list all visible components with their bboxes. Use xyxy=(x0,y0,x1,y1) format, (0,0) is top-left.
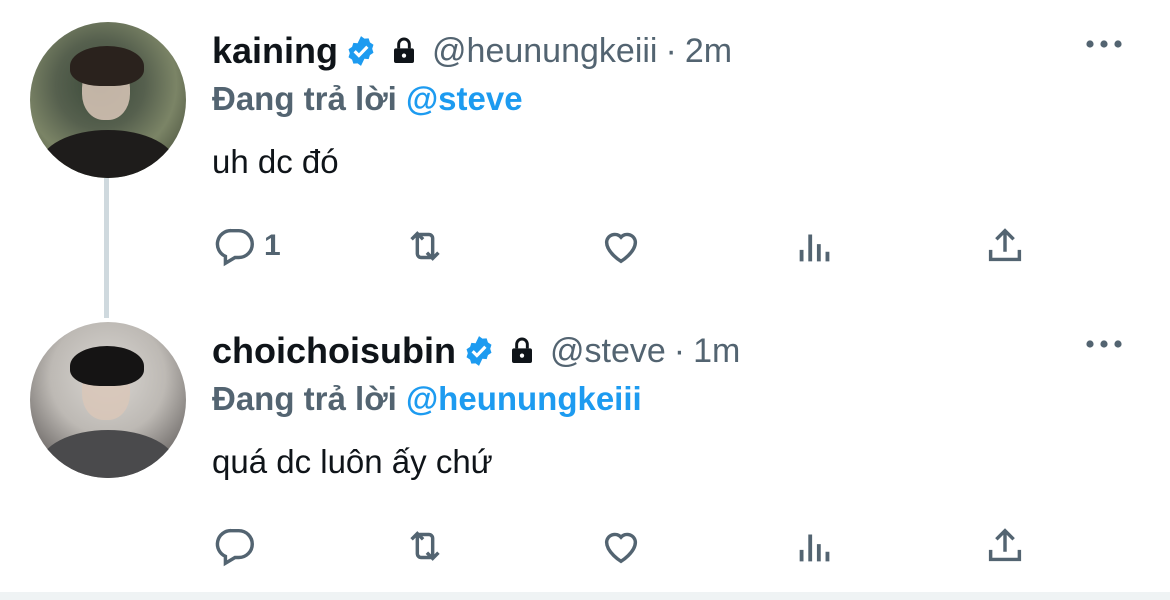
verified-badge-icon xyxy=(348,36,374,66)
action-bar: 1 xyxy=(212,222,1112,272)
replying-handle[interactable]: @steve xyxy=(406,80,523,117)
display-name[interactable]: choichoisubin xyxy=(212,330,456,372)
more-icon[interactable] xyxy=(1084,334,1124,354)
reply-count: 1 xyxy=(264,229,281,262)
verified-badge-icon xyxy=(466,336,492,366)
retweet-button[interactable] xyxy=(402,522,448,570)
lock-icon xyxy=(512,337,533,363)
separator: · xyxy=(673,331,686,370)
avatar[interactable] xyxy=(30,322,186,478)
like-icon xyxy=(604,532,638,564)
tweet-text: uh dc đó xyxy=(212,143,339,180)
handle[interactable]: @heunungkeiii xyxy=(432,32,657,71)
share-icon xyxy=(988,528,1022,562)
replying-prefix: Đang trả lời xyxy=(212,80,397,117)
handle[interactable]: @steve xyxy=(550,332,666,371)
replying-to: Đang trả lời @heunungkeiii xyxy=(212,380,642,418)
views-icon xyxy=(799,234,830,262)
reply-button[interactable]: 1 xyxy=(212,222,281,270)
timestamp[interactable]: 2m xyxy=(685,32,732,71)
like-button[interactable] xyxy=(598,522,644,570)
display-name[interactable]: kaining xyxy=(212,30,338,72)
thread-line xyxy=(104,178,109,318)
more-icon[interactable] xyxy=(1084,34,1124,54)
reply-icon xyxy=(215,228,254,267)
separator: · xyxy=(665,31,677,70)
views-button[interactable] xyxy=(792,222,838,270)
action-bar xyxy=(212,522,1112,572)
timestamp[interactable]: 1m xyxy=(693,332,740,371)
reply-button[interactable] xyxy=(212,522,264,570)
retweet-icon xyxy=(410,531,440,561)
tweet-header: kaining @heunungkeiii · 2m xyxy=(212,30,732,72)
tweet-text: quá dc luôn ấy chứ xyxy=(212,443,493,480)
reply-icon xyxy=(215,528,254,567)
lock-icon xyxy=(394,37,415,63)
replying-to: Đang trả lời @steve xyxy=(212,80,523,118)
share-button[interactable] xyxy=(982,222,1028,270)
retweet-icon xyxy=(410,231,440,261)
replying-handle[interactable]: @heunungkeiii xyxy=(406,380,642,417)
share-button[interactable] xyxy=(982,522,1028,570)
like-icon xyxy=(604,232,638,264)
views-button[interactable] xyxy=(792,522,838,570)
like-button[interactable] xyxy=(598,222,644,270)
replying-prefix: Đang trả lời xyxy=(212,380,397,417)
tweet-header: choichoisubin @steve · 1m xyxy=(212,330,740,372)
tweet[interactable]: choichoisubin @steve · 1m Đang trả lời @… xyxy=(0,300,1170,592)
share-icon xyxy=(988,228,1022,262)
tweet[interactable]: kaining @heunungkeiii · 2m Đang trả lời … xyxy=(0,0,1170,300)
divider xyxy=(0,592,1170,600)
avatar[interactable] xyxy=(30,22,186,178)
retweet-button[interactable] xyxy=(402,222,448,270)
views-icon xyxy=(799,534,830,562)
